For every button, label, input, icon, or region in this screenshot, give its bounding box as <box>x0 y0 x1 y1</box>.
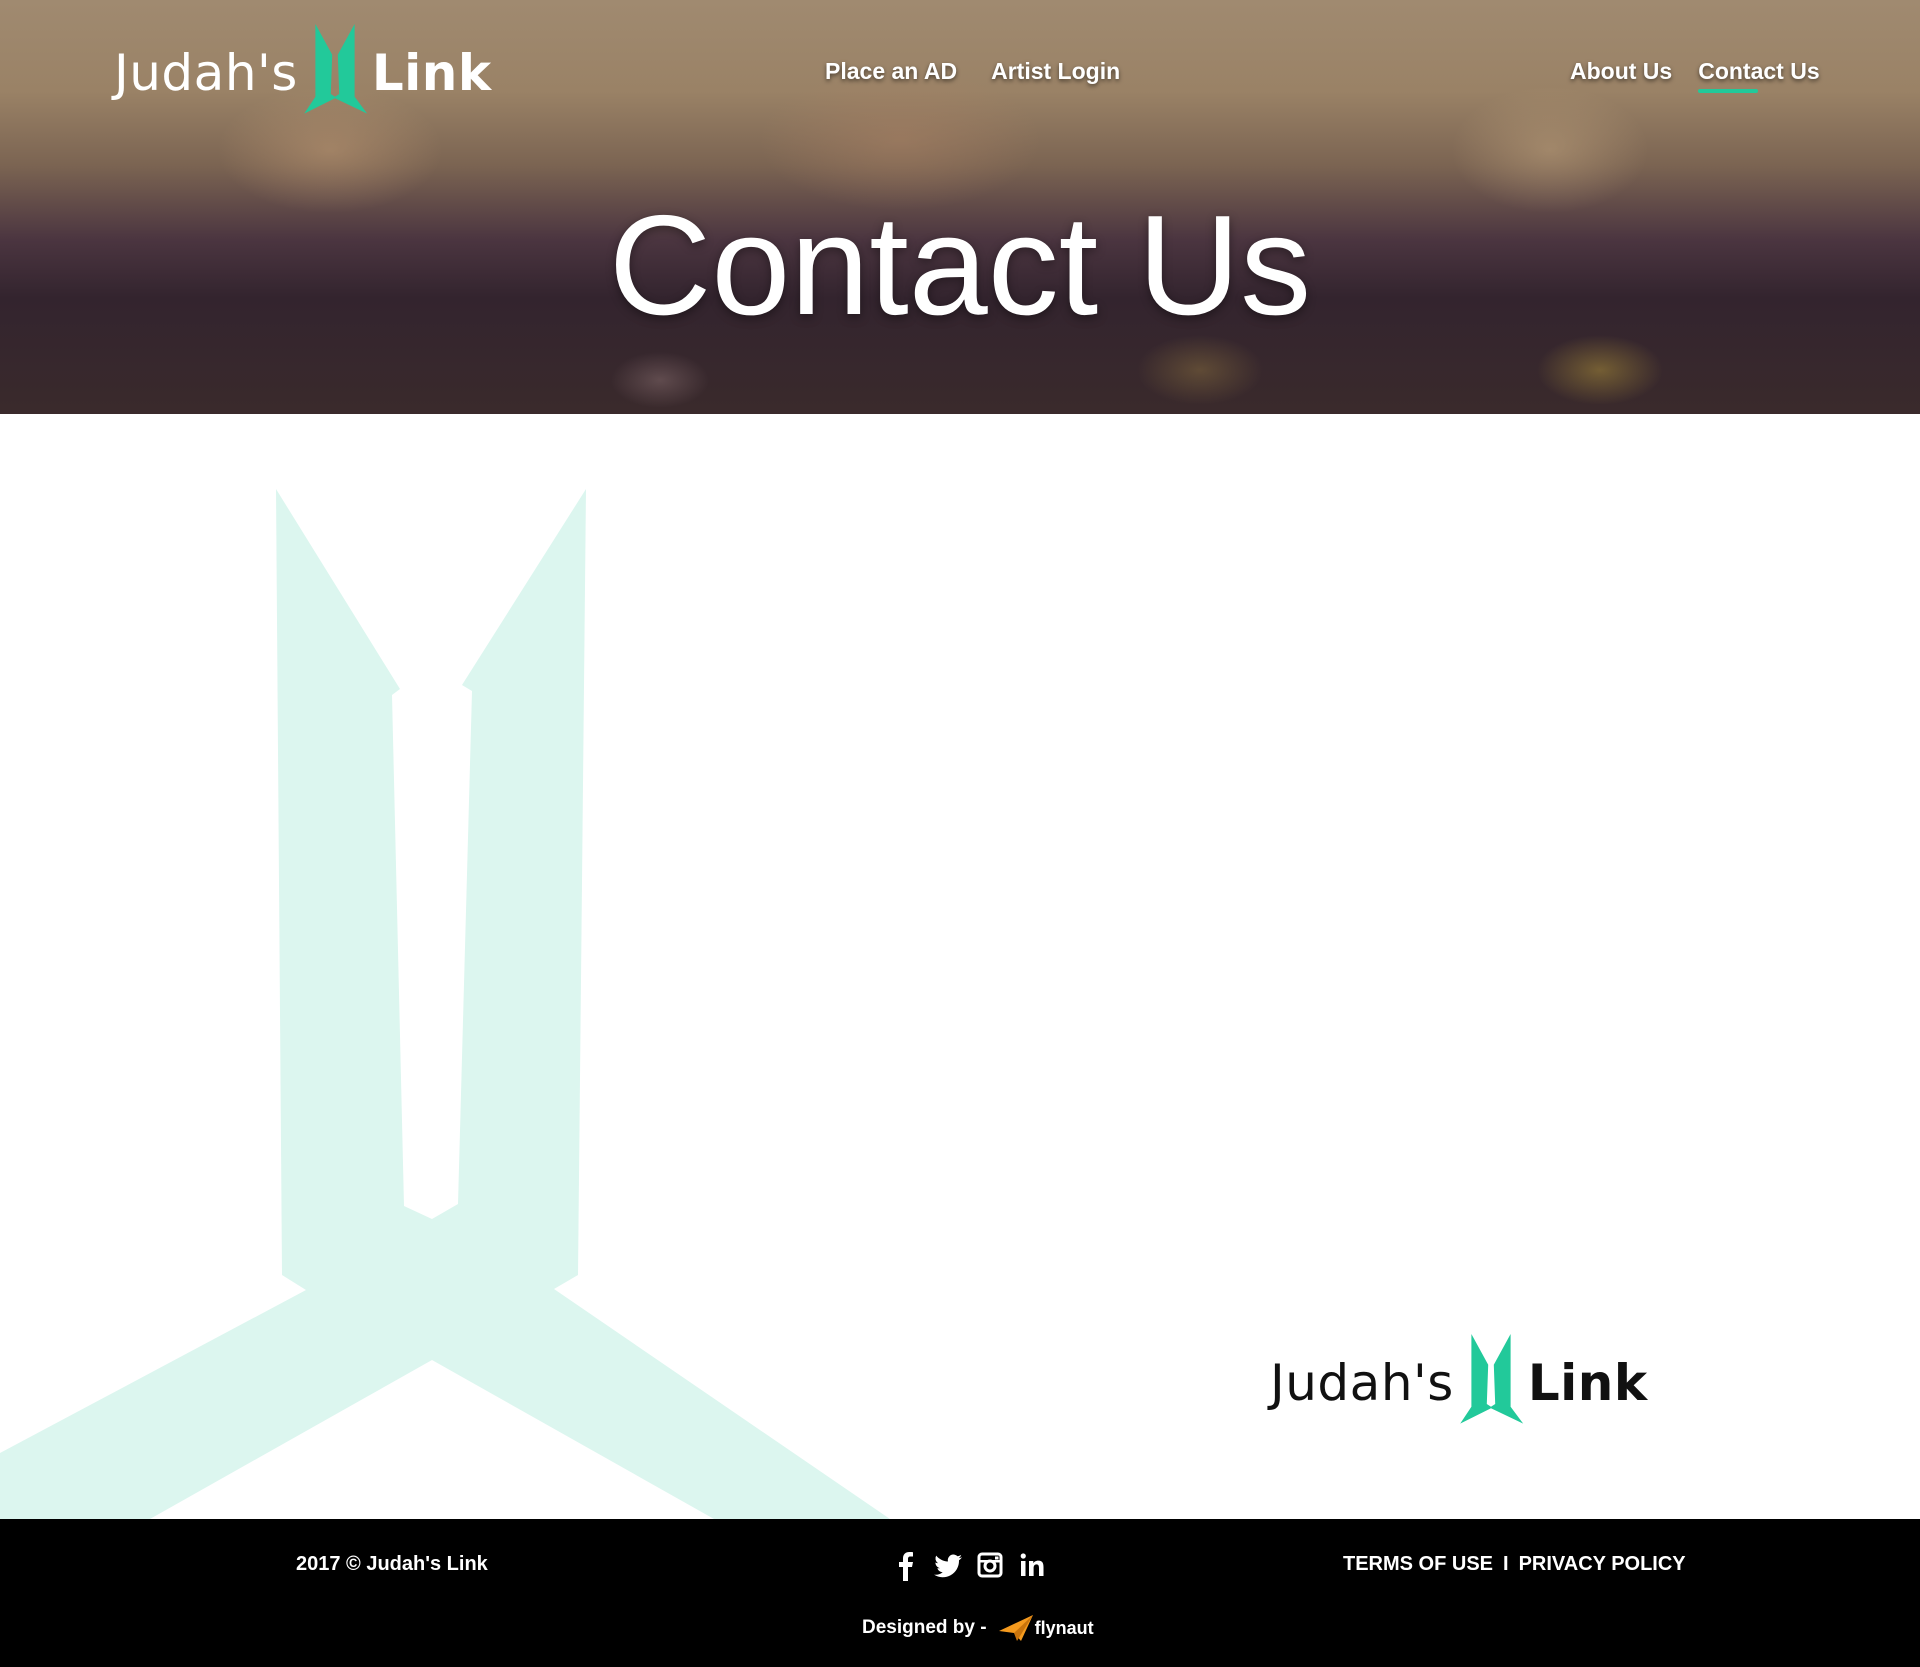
main-nav: Place an AD Artist Login <box>825 58 1120 91</box>
designed-by-label: Designed by - <box>862 1617 987 1638</box>
nav-contact-us[interactable]: Contact Us <box>1698 58 1820 93</box>
logo-text-link: Link <box>371 44 492 102</box>
instagram-icon[interactable] <box>974 1549 1006 1581</box>
logo-text-link: Link <box>1527 1354 1648 1412</box>
copyright-text: 2017 © Judah's Link <box>296 1553 488 1575</box>
terms-of-use-link[interactable]: TERMS OF USE <box>1343 1553 1493 1576</box>
site-footer: 2017 © Judah's Link TERMS OF USE I PRIVA… <box>0 1519 1920 1667</box>
site-logo[interactable]: Judah's Link <box>114 24 492 122</box>
flynaut-text: flynaut <box>1034 1617 1094 1638</box>
designed-by: Designed by - flynaut <box>862 1615 1094 1641</box>
page-title: Contact Us <box>608 186 1312 345</box>
legal-separator: I <box>1503 1553 1509 1575</box>
twitter-icon[interactable] <box>932 1549 964 1581</box>
logo-mark-icon <box>304 24 368 114</box>
facebook-icon[interactable] <box>890 1549 922 1581</box>
logo-mark-icon <box>1460 1334 1524 1424</box>
secondary-nav: About Us Contact Us <box>1570 58 1820 93</box>
legal-links: TERMS OF USE I PRIVACY POLICY <box>1343 1553 1686 1576</box>
flynaut-logo[interactable]: flynaut <box>998 1615 1094 1641</box>
nav-place-an-ad[interactable]: Place an AD <box>825 58 957 91</box>
nav-artist-login[interactable]: Artist Login <box>991 58 1120 91</box>
paper-plane-icon <box>998 1615 1033 1641</box>
footer-logo[interactable]: Judah's Link <box>1270 1334 1648 1432</box>
logo-text-judahs: Judah's <box>1270 1354 1454 1412</box>
social-links <box>890 1549 1048 1581</box>
logo-watermark-icon <box>0 489 890 1519</box>
linkedin-icon[interactable] <box>1016 1549 1048 1581</box>
hero-banner: Judah's Link Place an AD Artist Login Ab… <box>0 0 1920 414</box>
privacy-policy-link[interactable]: PRIVACY POLICY <box>1519 1553 1686 1576</box>
logo-text-judahs: Judah's <box>114 44 298 102</box>
nav-about-us[interactable]: About Us <box>1570 58 1672 91</box>
